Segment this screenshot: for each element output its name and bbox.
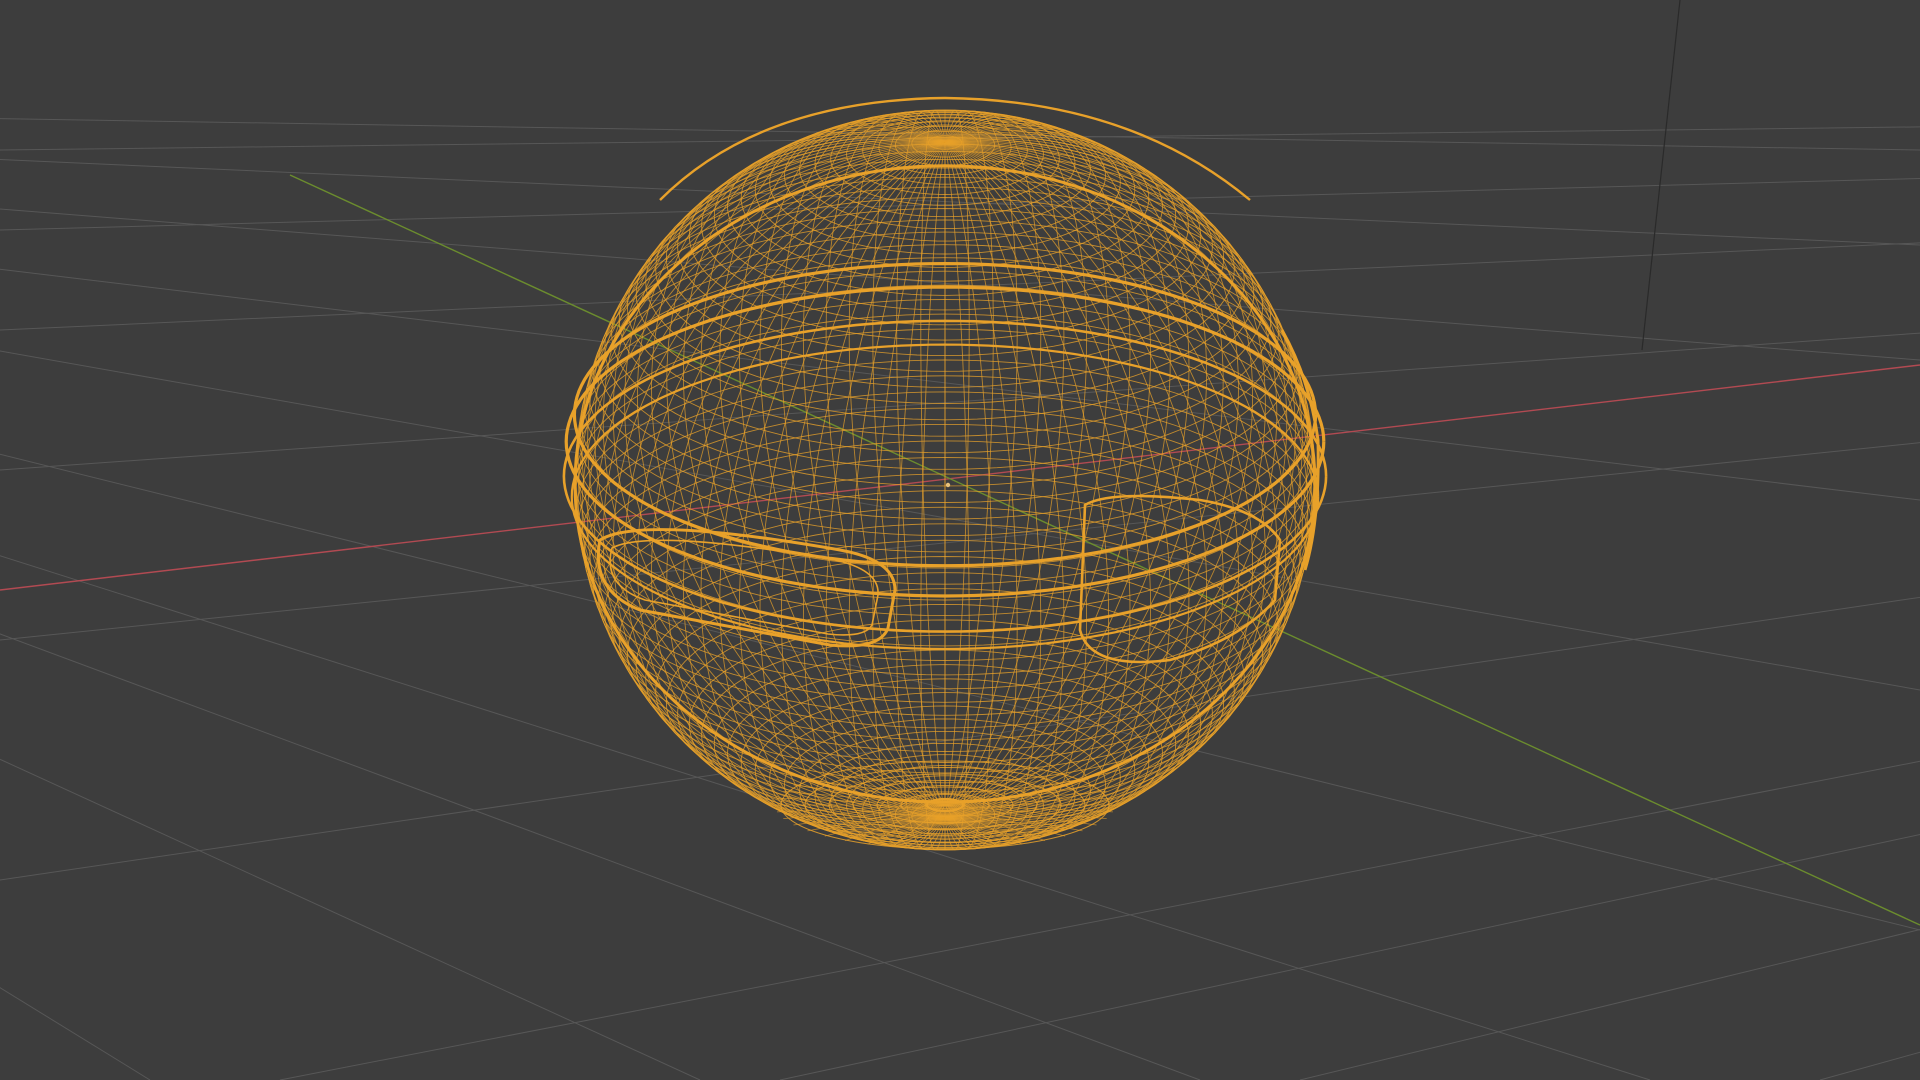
helmet-mesh[interactable] (562, 96, 1328, 851)
grid-line (0, 332, 1920, 471)
grid-line (0, 159, 1920, 246)
wire-meridian (577, 141, 946, 819)
floor-grid (0, 118, 1920, 1080)
wire-meridian (944, 141, 1316, 819)
grid-line (1299, 929, 1920, 1080)
grid-line (0, 758, 701, 1080)
wire-meridian (944, 141, 1315, 819)
grid-line (0, 208, 1920, 361)
wire-meridian (944, 141, 1288, 824)
wire-meridian (780, 115, 946, 819)
object-origin-icon (945, 482, 951, 488)
grid-line (779, 833, 1920, 1080)
grid-line (0, 555, 1651, 1080)
wire-meridian (944, 115, 1110, 819)
wire-meridian (575, 141, 946, 819)
wire-meridian (944, 141, 1313, 819)
z-axis-line (1641, 0, 1681, 351)
wire-meridian (602, 141, 946, 824)
grid-line (0, 177, 1920, 231)
wire-meridian (575, 141, 946, 819)
3d-viewport[interactable] (0, 0, 1920, 1080)
wire-meridian (602, 136, 946, 819)
viewport-canvas[interactable] (0, 0, 1920, 1080)
grid-line (1819, 1051, 1920, 1080)
wire-meridian (944, 141, 1313, 819)
wire-meridian (944, 141, 1110, 845)
wire-meridian (944, 141, 1315, 819)
wire-meridian (574, 141, 946, 819)
side-cutout-left-inner (609, 539, 879, 636)
wire-meridian (577, 141, 946, 819)
grid-line (0, 350, 1920, 691)
